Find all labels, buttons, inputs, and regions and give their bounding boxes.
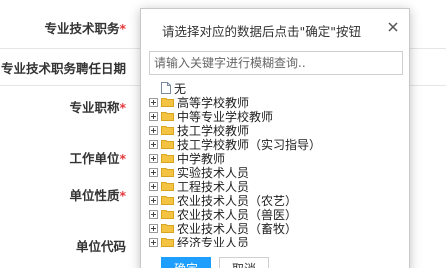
expand-icon[interactable] <box>149 153 158 163</box>
field-label-work-unit: 工作单位* <box>69 151 126 166</box>
folder-icon <box>161 168 174 177</box>
tree-item[interactable]: 经济专业人员 <box>149 235 249 247</box>
dialog-title: 请选择对应的数据后点击"确定"按钮 <box>162 24 361 39</box>
tree-item-label: 经济专业人员 <box>177 235 250 248</box>
select-dialog: 请选择对应的数据后点击"确定"按钮 无 高等学校教师 <box>140 8 410 268</box>
folder-icon <box>161 210 174 219</box>
folder-icon <box>161 112 174 121</box>
expand-icon[interactable] <box>149 195 158 205</box>
expand-icon[interactable] <box>149 223 158 233</box>
confirm-button[interactable]: 确定 <box>161 257 211 268</box>
category-tree: 无 高等学校教师 中等专业学校教师 技工学校教师 技工学校教师（实习指导） 中学… <box>149 79 403 247</box>
cancel-button[interactable]: 取消 <box>219 257 269 268</box>
folder-icon <box>161 154 174 163</box>
expand-icon[interactable] <box>149 125 158 135</box>
expand-icon[interactable] <box>149 209 158 219</box>
folder-icon <box>161 98 174 107</box>
field-label-professional-rank: 专业职称* <box>69 100 126 115</box>
expand-icon[interactable] <box>149 97 158 107</box>
folder-icon <box>161 224 174 233</box>
close-icon[interactable] <box>386 20 400 34</box>
expand-icon[interactable] <box>149 111 158 121</box>
expand-icon[interactable] <box>149 139 158 149</box>
folder-icon <box>161 196 174 205</box>
field-label-appointment-date: 专业技术职务聘任日期 <box>0 61 126 76</box>
folder-icon <box>161 140 174 149</box>
expand-icon[interactable] <box>149 237 158 247</box>
dialog-header: 请选择对应的数据后点击"确定"按钮 <box>141 9 409 47</box>
folder-icon <box>161 126 174 135</box>
expand-icon[interactable] <box>149 167 158 177</box>
folder-icon <box>161 238 174 247</box>
field-label-unit-nature: 单位性质* <box>69 188 126 203</box>
tree-item[interactable]: 技工学校教师（实习指导） <box>149 137 321 152</box>
folder-icon <box>161 182 174 191</box>
field-label-unit-code: 单位代码 <box>75 239 126 254</box>
field-label-professional-title: 专业技术职务* <box>44 21 126 36</box>
file-icon <box>161 82 171 94</box>
search-input[interactable] <box>149 51 403 75</box>
expand-icon[interactable] <box>149 181 158 191</box>
